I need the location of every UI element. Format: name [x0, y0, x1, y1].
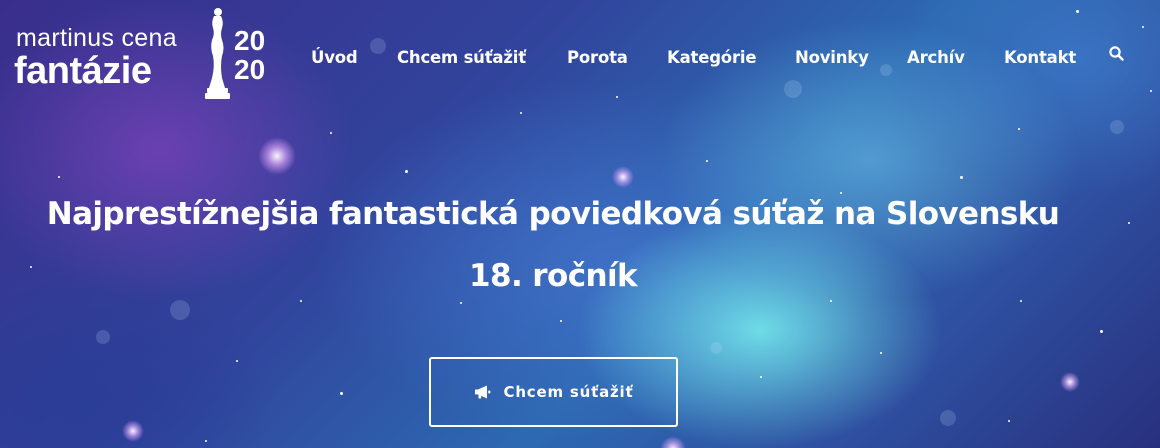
star — [300, 300, 302, 302]
star — [840, 192, 842, 194]
star — [1018, 128, 1020, 130]
nav-item-chcem-sutazit[interactable]: Chcem súťažiť — [397, 48, 526, 67]
nav-item-novinky[interactable]: Novinky — [795, 48, 869, 67]
bokeh-dot — [170, 300, 190, 320]
star — [616, 96, 618, 98]
star — [880, 352, 882, 354]
nav-item-uvod[interactable]: Úvod — [311, 48, 358, 67]
nav-item-kontakt[interactable]: Kontakt — [1004, 48, 1076, 67]
glowing-star — [122, 420, 144, 442]
star — [706, 160, 708, 162]
search-icon[interactable] — [1108, 45, 1126, 63]
star — [1128, 222, 1130, 224]
star — [960, 176, 963, 179]
star — [340, 392, 343, 395]
glowing-star — [258, 137, 296, 175]
star — [58, 176, 60, 178]
star — [236, 360, 238, 362]
megaphone-icon — [474, 385, 490, 399]
star — [1150, 90, 1152, 92]
chcem-sutazit-button[interactable]: Chcem súťažiť — [429, 357, 678, 427]
star — [330, 132, 332, 134]
star — [760, 376, 762, 378]
bokeh-dot — [784, 80, 802, 98]
cta-label: Chcem súťažiť — [503, 383, 634, 401]
glowing-star — [660, 436, 686, 448]
main-navigation: Úvod Chcem súťažiť Porota Kategórie Novi… — [0, 48, 1160, 72]
hero-edition: 18. ročník — [469, 258, 638, 294]
bokeh-dot — [96, 330, 110, 344]
glowing-star — [612, 166, 634, 188]
star — [1008, 420, 1010, 422]
star — [405, 170, 408, 173]
nav-item-kategorie[interactable]: Kategórie — [667, 48, 757, 67]
bokeh-dot — [710, 342, 722, 354]
bokeh-dot — [940, 410, 956, 426]
star — [560, 320, 562, 322]
nav-item-porota[interactable]: Porota — [567, 48, 628, 67]
star — [830, 300, 832, 302]
glowing-star — [1060, 372, 1080, 392]
star — [205, 440, 207, 442]
star — [1142, 26, 1144, 28]
star — [1020, 300, 1022, 302]
bokeh-dot — [1110, 120, 1124, 134]
star — [1100, 330, 1103, 333]
hero-headline: Najprestížnejšia fantastická poviedková … — [46, 196, 1060, 232]
star — [1076, 10, 1079, 13]
star — [520, 112, 522, 114]
nav-item-archiv[interactable]: Archív — [907, 48, 965, 67]
star — [460, 302, 462, 304]
